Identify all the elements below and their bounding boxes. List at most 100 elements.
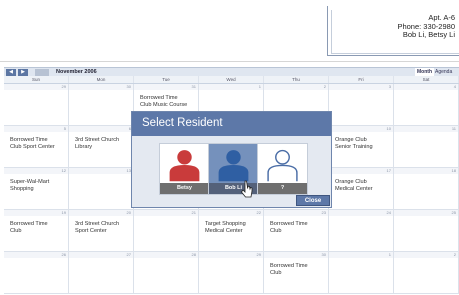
calendar-event[interactable]: 3rd Street Church Library (75, 137, 119, 150)
calendar-day-cell[interactable]: 18 (394, 168, 459, 210)
calendar-day-cell[interactable]: 19 Borrowed Time Club (4, 210, 69, 252)
resident-option-betsy[interactable]: Betsy (159, 143, 210, 195)
calendar-day-cell[interactable]: 4 (394, 84, 459, 126)
day-number: 12 (4, 168, 68, 174)
calendar-day-cell[interactable]: 2 (394, 252, 459, 294)
calendar-day-cell[interactable]: 29 (199, 252, 264, 294)
calendar-day-cell[interactable]: 25 (394, 210, 459, 252)
weekday-label: Thu (264, 76, 329, 83)
event-text: Club (270, 269, 282, 276)
day-number: 22 (199, 210, 263, 216)
event-text: 3rd Street Church (75, 221, 120, 227)
day-number: 29 (4, 84, 68, 90)
select-resident-dialog: Select Resident Betsy Bob Li ? Close (131, 111, 332, 208)
prev-month-button[interactable]: ◀ (6, 69, 16, 76)
person-icon (218, 150, 249, 182)
event-text: 3rd Street Church (75, 137, 120, 143)
calendar-day-cell[interactable]: 30 Borrowed Time Club (264, 252, 329, 294)
day-number: 28 (134, 252, 198, 258)
calendar-day-cell[interactable]: 13 (69, 168, 134, 210)
resident-label: Betsy (177, 185, 192, 191)
weekday-header: Sun Mon Tue Wed Thu Fri Sat (4, 76, 459, 84)
calendar-event[interactable]: 3rd Street Church Sport Center (75, 221, 119, 234)
calendar-day-cell[interactable]: 5 Borrowed Time Club Sport Center (4, 126, 69, 168)
event-text: Borrowed Time (10, 221, 48, 227)
calendar-week-row: 19 Borrowed Time Club 20 3rd Street Church Sp… (4, 210, 459, 252)
event-text: Senior Training (335, 143, 373, 150)
weekday-label: Sat (394, 76, 459, 83)
day-number: 25 (394, 210, 458, 216)
calendar-day-cell[interactable]: 30 (69, 84, 134, 126)
calendar-day-cell[interactable]: 3 (329, 84, 394, 126)
day-number: 11 (394, 126, 458, 132)
calendar-event[interactable]: Super-Wal-Mart Shopping (10, 179, 49, 192)
weekday-label: Sun (4, 76, 69, 83)
calendar-day-cell[interactable]: 1 (329, 252, 394, 294)
calendar-day-cell[interactable]: 26 (4, 252, 69, 294)
calendar-day-cell[interactable]: 20 3rd Street Church Sport Center (69, 210, 134, 252)
event-text: Target Shopping (205, 221, 246, 227)
event-text: Borrowed Time (270, 263, 308, 269)
calendar-day-cell[interactable]: 29 (4, 84, 69, 126)
weekday-label: Wed (199, 76, 264, 83)
calendar-event[interactable]: Borrowed Time Club (10, 221, 48, 234)
today-button[interactable] (35, 69, 49, 76)
event-text: Club (10, 227, 22, 234)
calendar-day-cell[interactable]: 10 Orange Club Senior Training (329, 126, 394, 168)
calendar-day-cell[interactable]: 24 (329, 210, 394, 252)
day-number: 27 (69, 252, 133, 258)
calendar-event[interactable]: Orange Club Medical Center (335, 179, 373, 192)
calendar-event[interactable]: Borrowed Time Club (270, 221, 308, 234)
calendar-day-cell[interactable]: 21 (134, 210, 199, 252)
person-icon (169, 150, 200, 182)
day-number: 5 (4, 126, 68, 132)
event-text: Club (270, 227, 282, 234)
day-number: 1 (329, 252, 393, 258)
day-number: 30 (69, 84, 133, 90)
contact-info: Apt. A-6 Phone: 330-2980 Bob Li, Betsy L… (397, 13, 455, 40)
day-number: 6 (69, 126, 133, 132)
calendar-event[interactable]: Borrowed Time Club Music Course (140, 95, 187, 108)
calendar-event[interactable]: Borrowed Time Club (270, 263, 308, 276)
calendar-event[interactable]: Target Shopping Medical Center (205, 221, 246, 234)
calendar-day-cell[interactable]: 27 (69, 252, 134, 294)
calendar-day-cell[interactable]: 23 Borrowed Time Club (264, 210, 329, 252)
weekday-label: Tue (134, 76, 199, 83)
calendar-day-cell[interactable]: 6 3rd Street Church Library (69, 126, 134, 168)
event-text: Club Music Course (140, 101, 188, 108)
dialog-title: Select Resident (142, 117, 223, 129)
event-text: Club Sport Center (10, 143, 55, 150)
event-text: Shopping (10, 185, 34, 192)
calendar-day-cell[interactable]: 12 Super-Wal-Mart Shopping (4, 168, 69, 210)
close-button[interactable]: Close (296, 195, 330, 206)
day-number: 23 (264, 210, 328, 216)
calendar-event[interactable]: Orange Club Senior Training (335, 137, 373, 150)
calendar-event[interactable]: Borrowed Time Club Sport Center (10, 137, 55, 150)
day-number: 31 (134, 84, 198, 90)
mouse-pointer-icon (240, 180, 253, 198)
header: Apt. A-6 Phone: 330-2980 Bob Li, Betsy L… (0, 0, 459, 62)
weekday-label: Mon (69, 76, 134, 83)
event-text: Borrowed Time (270, 221, 308, 227)
day-number: 2 (264, 84, 328, 90)
event-text: Medical Center (205, 227, 243, 234)
resident-option-unknown[interactable]: ? (257, 143, 308, 195)
calendar-day-cell[interactable]: 11 (394, 126, 459, 168)
day-number: 30 (264, 252, 328, 258)
person-outline-icon (267, 149, 298, 182)
day-number: 19 (4, 210, 68, 216)
calendar-day-cell[interactable]: 28 (134, 252, 199, 294)
day-number: 2 (394, 252, 458, 258)
next-month-button[interactable]: ▶ (18, 69, 28, 76)
resident-label: ? (280, 185, 285, 191)
calendar-day-cell[interactable]: 22 Target Shopping Medical Center (199, 210, 264, 252)
day-number: 1 (199, 84, 263, 90)
day-number: 4 (394, 84, 458, 90)
calendar-day-cell[interactable]: 17 Orange Club Medical Center (329, 168, 394, 210)
day-number: 21 (134, 210, 198, 216)
event-text: Sport Center (75, 227, 107, 234)
day-number: 20 (69, 210, 133, 216)
day-number: 13 (69, 168, 133, 174)
dialog-title-bar: Select Resident (132, 112, 331, 136)
calendar-week-row: 26 27 28 29 30 Borrowed Time Club 1 2 (4, 252, 459, 294)
